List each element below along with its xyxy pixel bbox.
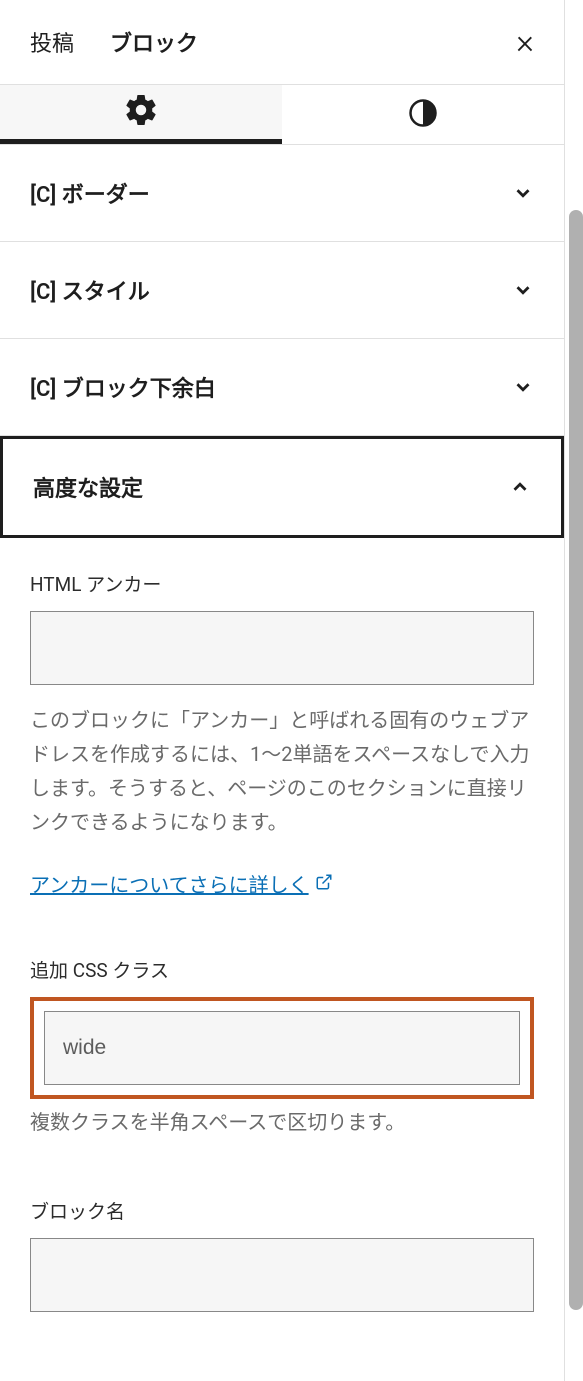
chevron-down-icon	[512, 182, 534, 204]
block-name-input[interactable]	[30, 1238, 534, 1312]
anchor-learn-more-link[interactable]: アンカーについてさらに詳しく	[30, 869, 333, 898]
css-class-input[interactable]	[44, 1011, 520, 1085]
panel-margin-bottom[interactable]: [C] ブロック下余白	[0, 339, 564, 436]
panel-advanced-body: HTML アンカー このブロックに「アンカー」と呼ばれる固有のウェブアドレスを作…	[0, 538, 564, 1352]
block-name-label: ブロック名	[30, 1197, 534, 1224]
css-class-highlight	[30, 997, 534, 1099]
panel-style[interactable]: [C] スタイル	[0, 242, 564, 339]
panel-title: [C] ブロック下余白	[30, 371, 216, 403]
panel-advanced[interactable]: 高度な設定	[0, 436, 564, 538]
link-label: アンカーについてさらに詳しく	[30, 869, 309, 898]
contrast-icon	[408, 98, 438, 132]
tab-post[interactable]: 投稿	[30, 18, 74, 66]
panel-title: 高度な設定	[33, 471, 143, 503]
sub-tabs	[0, 85, 564, 145]
scrollbar[interactable]	[569, 210, 583, 1310]
tab-settings[interactable]	[0, 85, 282, 144]
css-class-label: 追加 CSS クラス	[30, 956, 534, 983]
panel-border[interactable]: [C] ボーダー	[0, 145, 564, 242]
tab-block[interactable]: ブロック	[110, 18, 198, 66]
css-help-text: 複数クラスを半角スペースで区切ります。	[30, 1105, 534, 1139]
close-icon[interactable]: ×	[516, 25, 534, 59]
anchor-label: HTML アンカー	[30, 570, 534, 597]
settings-sidebar: 投稿 ブロック × [C] ボーダー [C] スタイル [C] ブロック下余白	[0, 0, 565, 1381]
panel-title: [C] ボーダー	[30, 177, 150, 209]
panel-title: [C] スタイル	[30, 274, 150, 306]
chevron-down-icon	[512, 279, 534, 301]
external-link-icon	[315, 872, 333, 896]
gear-icon	[123, 92, 159, 132]
sidebar-top-tabs: 投稿 ブロック ×	[0, 0, 564, 85]
chevron-down-icon	[512, 376, 534, 398]
anchor-help-text: このブロックに「アンカー」と呼ばれる固有のウェブアドレスを作成するには、1〜2単…	[30, 703, 534, 839]
chevron-up-icon	[509, 476, 531, 498]
anchor-input[interactable]	[30, 611, 534, 685]
tab-styles[interactable]	[282, 85, 564, 144]
